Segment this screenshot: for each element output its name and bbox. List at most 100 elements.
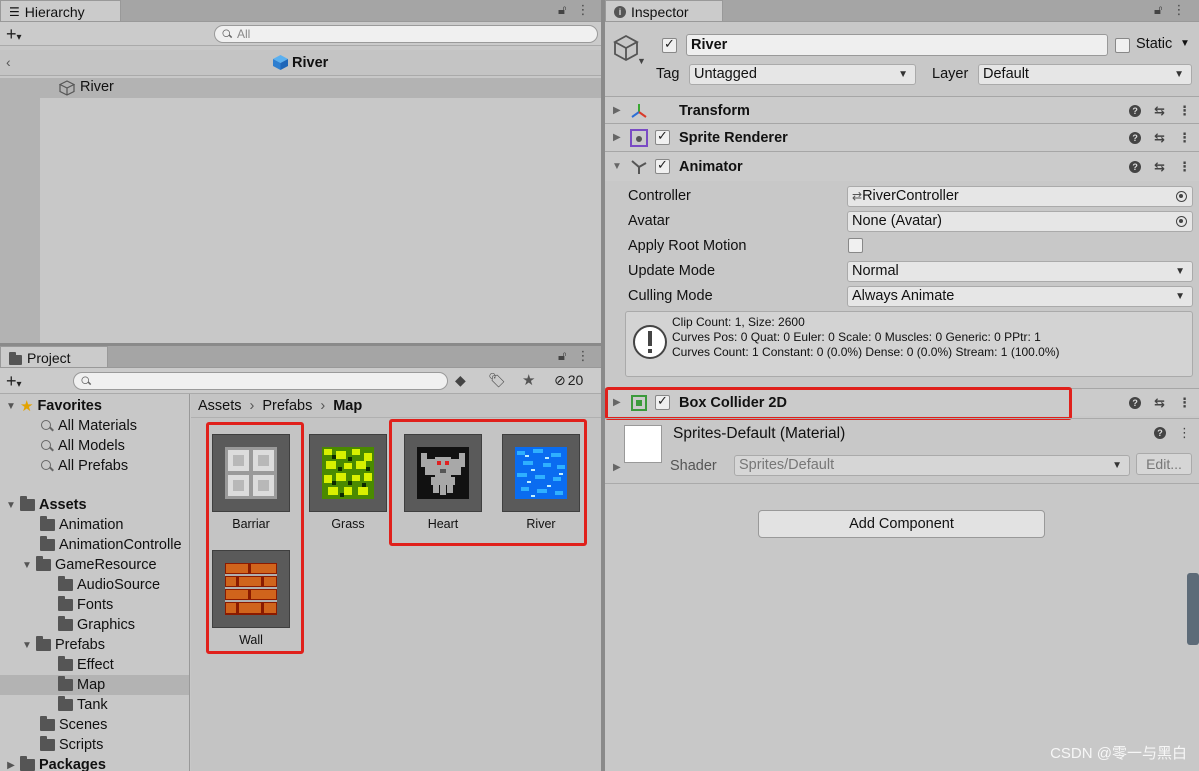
tree-folder-prefabs[interactable]: ▼ Prefabs: [22, 635, 105, 655]
lock-icon[interactable]: 🔓︎: [558, 348, 566, 364]
tree-folder-scripts[interactable]: Scripts: [40, 735, 103, 755]
presets-sliders-icon[interactable]: ⇆: [1154, 103, 1165, 119]
scene-title: River: [272, 54, 328, 71]
static-checkbox[interactable]: [1115, 38, 1130, 53]
tab-hierarchy[interactable]: ☰ Hierarchy: [0, 0, 121, 21]
watermark: CSDN @零一与黑白: [1050, 745, 1187, 762]
material-preview[interactable]: [624, 425, 662, 463]
animator-controller-icon: ⇄: [852, 189, 863, 203]
sprite-renderer-enabled-checkbox[interactable]: [655, 128, 670, 145]
object-picker-icon[interactable]: [1176, 216, 1187, 227]
tree-folder-fonts[interactable]: Fonts: [58, 595, 113, 615]
hierarchy-item-river[interactable]: River: [0, 78, 601, 98]
search-icon: [40, 419, 54, 433]
avatar-object-field[interactable]: None (Avatar): [847, 211, 1193, 232]
update-mode-dropdown[interactable]: Normal: [847, 261, 1193, 282]
help-icon[interactable]: ?: [1154, 427, 1166, 439]
prefab-cube-icon: [273, 55, 288, 70]
object-name-input[interactable]: River: [686, 34, 1108, 56]
kebab-menu-icon[interactable]: ⋮: [1178, 425, 1191, 441]
kebab-menu-icon[interactable]: ⋮: [1172, 2, 1185, 18]
breadcrumb-assets[interactable]: Assets: [198, 398, 242, 414]
expand-arrow-icon[interactable]: ▶: [613, 132, 621, 143]
search-by-type-icon[interactable]: ◆: [455, 372, 466, 389]
tree-folder-map[interactable]: Map: [0, 675, 189, 695]
favorites-star-icon[interactable]: ★: [522, 371, 535, 389]
tree-packages[interactable]: ▶ Packages: [6, 755, 106, 771]
help-icon[interactable]: ?: [1129, 396, 1142, 409]
lock-icon[interactable]: 🔓︎: [1154, 2, 1162, 18]
folder-icon: [9, 351, 22, 365]
scrollbar-thumb[interactable]: [1187, 573, 1199, 645]
expand-arrow-icon[interactable]: ▶: [613, 105, 621, 116]
tree-favorite-all-prefabs[interactable]: All Prefabs: [40, 456, 128, 476]
tree-folder-scenes[interactable]: Scenes: [40, 715, 107, 735]
asset-grass[interactable]: Grass: [308, 434, 388, 531]
tag-dropdown[interactable]: Untagged: [689, 64, 916, 85]
tab-project[interactable]: Project: [0, 346, 108, 367]
tree-folder-animation-controller[interactable]: AnimationControlle: [40, 535, 182, 555]
presets-sliders-icon[interactable]: ⇆: [1154, 130, 1165, 146]
tree-assets[interactable]: ▼ Assets: [6, 495, 87, 515]
tab-inspector[interactable]: i Inspector: [605, 0, 723, 21]
apply-root-motion-checkbox[interactable]: [848, 238, 863, 253]
collapse-arrow-icon[interactable]: ▼: [612, 161, 622, 172]
back-arrow-icon[interactable]: ‹: [6, 54, 11, 70]
icon-dropdown-arrow-icon[interactable]: ▼: [637, 56, 646, 66]
tree-folder-effect[interactable]: Effect: [58, 655, 114, 675]
create-add-button[interactable]: +▾: [6, 371, 22, 392]
component-sprite-renderer-header[interactable]: ▶ Sprite Renderer ? ⇆ ⋮: [605, 123, 1199, 151]
presets-sliders-icon[interactable]: ⇆: [1154, 395, 1165, 411]
hidden-packages-toggle[interactable]: ⊘ 20: [554, 372, 583, 389]
gameobject-cube-icon[interactable]: [613, 34, 639, 62]
animator-enabled-checkbox[interactable]: [655, 157, 670, 174]
shader-edit-button[interactable]: Edit...: [1136, 453, 1192, 475]
folder-icon: [58, 676, 73, 691]
culling-mode-dropdown[interactable]: Always Animate: [847, 286, 1193, 307]
create-add-button[interactable]: +▾: [6, 24, 22, 45]
expand-arrow-icon[interactable]: ▼: [22, 640, 32, 651]
help-icon[interactable]: ?: [1129, 131, 1142, 144]
tree-folder-animation[interactable]: Animation: [40, 515, 123, 535]
controller-object-field[interactable]: ⇄RiverController: [847, 186, 1193, 207]
tree-folder-tank[interactable]: Tank: [58, 695, 108, 715]
active-checkbox[interactable]: [662, 36, 677, 53]
kebab-menu-icon[interactable]: ⋮: [1178, 395, 1191, 411]
expand-arrow-icon[interactable]: ▼: [22, 560, 32, 571]
hierarchy-search-input[interactable]: All: [214, 25, 598, 43]
kebab-menu-icon[interactable]: ⋮: [1178, 103, 1191, 119]
shader-dropdown[interactable]: Sprites/Default: [734, 455, 1130, 476]
expand-arrow-icon[interactable]: ▶: [613, 462, 621, 473]
component-animator-header[interactable]: ▼ Animator ? ⇆ ⋮: [605, 151, 1199, 181]
add-component-button[interactable]: Add Component: [758, 510, 1045, 538]
kebab-menu-icon[interactable]: ⋮: [576, 348, 589, 364]
tree-favorite-all-models[interactable]: All Models: [40, 436, 125, 456]
kebab-menu-icon[interactable]: ⋮: [1178, 159, 1191, 175]
asset-label: Grass: [331, 517, 365, 531]
layer-dropdown[interactable]: Default: [978, 64, 1192, 85]
expand-arrow-icon[interactable]: ▼: [6, 500, 16, 511]
help-icon[interactable]: ?: [1129, 160, 1142, 173]
presets-sliders-icon[interactable]: ⇆: [1154, 159, 1165, 175]
grass-sprite-icon: [322, 447, 374, 499]
lock-icon[interactable]: 🔓︎: [558, 2, 566, 18]
component-transform-header[interactable]: ▶ Transform ? ⇆ ⋮: [605, 96, 1199, 124]
project-search-input[interactable]: [73, 372, 448, 390]
kebab-menu-icon[interactable]: ⋮: [1178, 130, 1191, 146]
tree-favorites[interactable]: ▼ ★ Favorites: [6, 396, 102, 416]
breadcrumb-prefabs[interactable]: Prefabs: [262, 398, 312, 414]
breadcrumb-map[interactable]: Map: [333, 398, 362, 414]
object-picker-icon[interactable]: [1176, 191, 1187, 202]
help-icon[interactable]: ?: [1129, 104, 1142, 117]
material-header-actions: ? ⋮: [1154, 425, 1191, 441]
tree-folder-game-resource[interactable]: ▼ GameResource: [22, 555, 157, 575]
static-dropdown-arrow-icon[interactable]: ▼: [1180, 38, 1190, 49]
search-by-label-icon[interactable]: 🏷︎: [488, 372, 506, 389]
expand-arrow-icon[interactable]: ▼: [6, 401, 16, 412]
tree-folder-graphics[interactable]: Graphics: [58, 615, 135, 635]
expand-arrow-icon[interactable]: ▶: [6, 760, 16, 771]
tree-folder-audio-source[interactable]: AudioSource: [58, 575, 160, 595]
project-toolbar: +▾ ◆ 🏷︎ ★ ⊘ 20: [0, 368, 601, 394]
kebab-menu-icon[interactable]: ⋮: [576, 2, 589, 18]
tree-favorite-all-materials[interactable]: All Materials: [40, 416, 137, 436]
